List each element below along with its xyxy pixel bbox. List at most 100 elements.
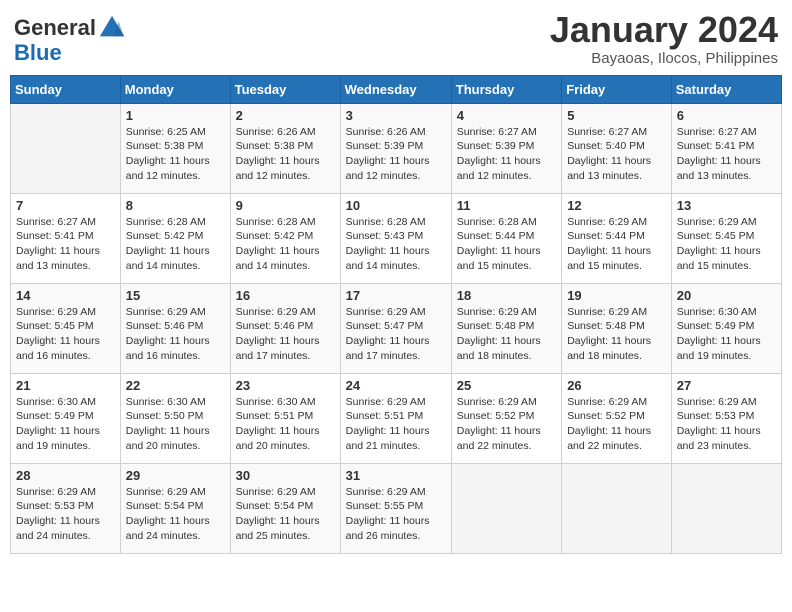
day-info: Sunrise: 6:29 AMSunset: 5:53 PMDaylight:… [677, 395, 776, 454]
day-cell: 22 Sunrise: 6:30 AMSunset: 5:50 PMDayligh… [120, 373, 230, 463]
day-cell: 2 Sunrise: 6:26 AMSunset: 5:38 PMDaylight… [230, 103, 340, 193]
day-number: 8 [126, 198, 225, 213]
day-number: 4 [457, 108, 556, 123]
logo-icon [98, 14, 126, 42]
day-number: 30 [236, 468, 335, 483]
day-number: 13 [677, 198, 776, 213]
day-number: 27 [677, 378, 776, 393]
day-cell [451, 463, 561, 553]
day-number: 15 [126, 288, 225, 303]
day-cell: 29 Sunrise: 6:29 AMSunset: 5:54 PMDayligh… [120, 463, 230, 553]
day-info: Sunrise: 6:29 AMSunset: 5:52 PMDaylight:… [457, 395, 556, 454]
day-number: 31 [346, 468, 446, 483]
day-number: 7 [16, 198, 115, 213]
week-row-4: 28Sunrise: 6:29 AMSunset: 5:53 PMDayligh… [11, 463, 782, 553]
day-info: Sunrise: 6:29 AMSunset: 5:44 PMDaylight:… [567, 215, 666, 274]
day-info: Sunrise: 6:28 AMSunset: 5:42 PMDaylight:… [126, 215, 225, 274]
day-number: 10 [346, 198, 446, 213]
day-cell: 23Sunrise: 6:30 AMSunset: 5:51 PMDayligh… [230, 373, 340, 463]
day-number: 12 [567, 198, 666, 213]
day-info: Sunrise: 6:29 AMSunset: 5:54 PMDaylight:… [236, 485, 335, 544]
day-cell: 15 Sunrise: 6:29 AMSunset: 5:46 PMDayligh… [120, 283, 230, 373]
day-cell: 9 Sunrise: 6:28 AMSunset: 5:42 PMDaylight… [230, 193, 340, 283]
title-area: January 2024 Bayaoas, Ilocos, Philippine… [550, 10, 778, 67]
day-info: Sunrise: 6:27 AMSunset: 5:39 PMDaylight:… [457, 125, 556, 184]
day-cell: 24Sunrise: 6:29 AMSunset: 5:51 PMDayligh… [340, 373, 451, 463]
day-cell: 8 Sunrise: 6:28 AMSunset: 5:42 PMDaylight… [120, 193, 230, 283]
day-cell: 26Sunrise: 6:29 AMSunset: 5:52 PMDayligh… [562, 373, 672, 463]
day-cell: 27 Sunrise: 6:29 AMSunset: 5:53 PMDayligh… [671, 373, 781, 463]
day-info: Sunrise: 6:28 AMSunset: 5:42 PMDaylight:… [236, 215, 335, 274]
day-info: Sunrise: 6:27 AMSunset: 5:40 PMDaylight:… [567, 125, 666, 184]
calendar-body: 1Sunrise: 6:25 AMSunset: 5:38 PMDaylight… [11, 103, 782, 553]
day-info: Sunrise: 6:27 AMSunset: 5:41 PMDaylight:… [16, 215, 115, 274]
day-info: Sunrise: 6:29 AMSunset: 5:48 PMDaylight:… [457, 305, 556, 364]
day-number: 28 [16, 468, 115, 483]
day-number: 17 [346, 288, 446, 303]
day-info: Sunrise: 6:30 AMSunset: 5:49 PMDaylight:… [16, 395, 115, 454]
calendar-table: SundayMondayTuesdayWednesdayThursdayFrid… [10, 75, 782, 554]
week-row-1: 7 Sunrise: 6:27 AMSunset: 5:41 PMDaylight… [11, 193, 782, 283]
day-info: Sunrise: 6:29 AMSunset: 5:48 PMDaylight:… [567, 305, 666, 364]
day-cell: 31 Sunrise: 6:29 AMSunset: 5:55 PMDayligh… [340, 463, 451, 553]
weekday-header-row: SundayMondayTuesdayWednesdayThursdayFrid… [11, 75, 782, 103]
day-info: Sunrise: 6:29 AMSunset: 5:55 PMDaylight:… [346, 485, 446, 544]
calendar-title: January 2024 [550, 10, 778, 50]
day-info: Sunrise: 6:29 AMSunset: 5:45 PMDaylight:… [677, 215, 776, 274]
weekday-wednesday: Wednesday [340, 75, 451, 103]
day-number: 21 [16, 378, 115, 393]
weekday-monday: Monday [120, 75, 230, 103]
day-number: 5 [567, 108, 666, 123]
day-info: Sunrise: 6:29 AMSunset: 5:47 PMDaylight:… [346, 305, 446, 364]
day-cell: 28Sunrise: 6:29 AMSunset: 5:53 PMDayligh… [11, 463, 121, 553]
day-cell: 11Sunrise: 6:28 AMSunset: 5:44 PMDayligh… [451, 193, 561, 283]
day-cell: 17 Sunrise: 6:29 AMSunset: 5:47 PMDayligh… [340, 283, 451, 373]
logo: General Blue [14, 14, 126, 65]
day-info: Sunrise: 6:28 AMSunset: 5:43 PMDaylight:… [346, 215, 446, 274]
day-number: 24 [346, 378, 446, 393]
day-number: 29 [126, 468, 225, 483]
day-number: 2 [236, 108, 335, 123]
day-info: Sunrise: 6:29 AMSunset: 5:45 PMDaylight:… [16, 305, 115, 364]
day-cell: 16Sunrise: 6:29 AMSunset: 5:46 PMDayligh… [230, 283, 340, 373]
day-info: Sunrise: 6:26 AMSunset: 5:39 PMDaylight:… [346, 125, 446, 184]
day-cell: 30 Sunrise: 6:29 AMSunset: 5:54 PMDayligh… [230, 463, 340, 553]
calendar-subtitle: Bayaoas, Ilocos, Philippines [550, 50, 778, 67]
day-cell: 20 Sunrise: 6:30 AMSunset: 5:49 PMDayligh… [671, 283, 781, 373]
day-number: 20 [677, 288, 776, 303]
day-number: 18 [457, 288, 556, 303]
day-cell: 14 Sunrise: 6:29 AMSunset: 5:45 PMDayligh… [11, 283, 121, 373]
day-number: 9 [236, 198, 335, 213]
day-number: 1 [126, 108, 225, 123]
day-cell: 21 Sunrise: 6:30 AMSunset: 5:49 PMDayligh… [11, 373, 121, 463]
day-cell: 6Sunrise: 6:27 AMSunset: 5:41 PMDaylight… [671, 103, 781, 193]
day-number: 22 [126, 378, 225, 393]
day-info: Sunrise: 6:26 AMSunset: 5:38 PMDaylight:… [236, 125, 335, 184]
day-number: 23 [236, 378, 335, 393]
day-number: 25 [457, 378, 556, 393]
day-number: 19 [567, 288, 666, 303]
day-cell: 12 Sunrise: 6:29 AMSunset: 5:44 PMDayligh… [562, 193, 672, 283]
weekday-friday: Friday [562, 75, 672, 103]
logo-blue: Blue [14, 40, 62, 65]
day-number: 14 [16, 288, 115, 303]
day-info: Sunrise: 6:30 AMSunset: 5:50 PMDaylight:… [126, 395, 225, 454]
day-cell: 19 Sunrise: 6:29 AMSunset: 5:48 PMDayligh… [562, 283, 672, 373]
day-number: 6 [677, 108, 776, 123]
week-row-3: 21 Sunrise: 6:30 AMSunset: 5:49 PMDayligh… [11, 373, 782, 463]
day-cell: 5 Sunrise: 6:27 AMSunset: 5:40 PMDaylight… [562, 103, 672, 193]
day-cell: 18 Sunrise: 6:29 AMSunset: 5:48 PMDayligh… [451, 283, 561, 373]
weekday-sunday: Sunday [11, 75, 121, 103]
week-row-0: 1Sunrise: 6:25 AMSunset: 5:38 PMDaylight… [11, 103, 782, 193]
day-cell: 13 Sunrise: 6:29 AMSunset: 5:45 PMDayligh… [671, 193, 781, 283]
day-cell [11, 103, 121, 193]
day-number: 26 [567, 378, 666, 393]
week-row-2: 14 Sunrise: 6:29 AMSunset: 5:45 PMDayligh… [11, 283, 782, 373]
day-info: Sunrise: 6:30 AMSunset: 5:49 PMDaylight:… [677, 305, 776, 364]
day-cell [671, 463, 781, 553]
day-cell: 25 Sunrise: 6:29 AMSunset: 5:52 PMDayligh… [451, 373, 561, 463]
day-info: Sunrise: 6:29 AMSunset: 5:54 PMDaylight:… [126, 485, 225, 544]
day-info: Sunrise: 6:29 AMSunset: 5:46 PMDaylight:… [126, 305, 225, 364]
day-info: Sunrise: 6:29 AMSunset: 5:46 PMDaylight:… [236, 305, 335, 364]
day-cell: 3Sunrise: 6:26 AMSunset: 5:39 PMDaylight… [340, 103, 451, 193]
